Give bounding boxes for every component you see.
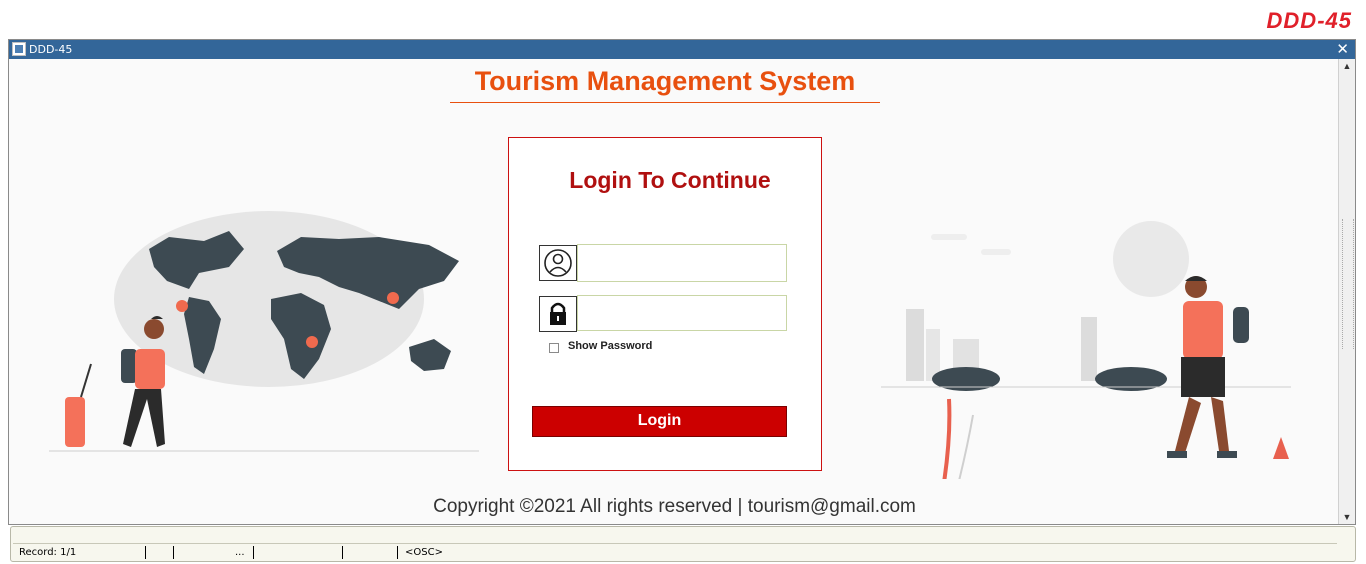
show-password-label: Show Password xyxy=(568,340,653,352)
status-bar: Record: 1/1 ... <OSC> xyxy=(10,526,1356,562)
osc-indicator: <OSC> xyxy=(405,547,443,558)
app-icon xyxy=(12,42,26,56)
show-password-checkbox[interactable] xyxy=(549,343,559,353)
copyright-text: Copyright ©2021 All rights reserved | to… xyxy=(433,496,916,517)
city-skyline-traveler-illustration xyxy=(881,221,1291,479)
scroll-up-icon[interactable]: ▲ xyxy=(1339,59,1355,73)
status-separator xyxy=(342,546,343,559)
window-title-bar: DDD-45 ✕ xyxy=(9,40,1355,59)
login-panel: Login To Continue Show Password Login xyxy=(508,137,822,471)
record-indicator: Record: 1/1 xyxy=(19,547,77,558)
status-bar-divider xyxy=(13,543,1337,544)
scroll-down-icon[interactable]: ▼ xyxy=(1339,510,1355,524)
corner-brand-label: DDD-45 xyxy=(1266,8,1352,33)
app-title: Tourism Management System xyxy=(474,66,856,96)
close-icon[interactable]: ✕ xyxy=(1336,40,1349,59)
app-window: DDD-45 ✕ Tourism Management System Login… xyxy=(8,39,1356,525)
password-input[interactable] xyxy=(577,295,787,331)
world-map-traveler-illustration xyxy=(49,211,479,452)
status-separator xyxy=(397,546,398,559)
status-ellipsis: ... xyxy=(235,547,245,558)
username-input[interactable] xyxy=(577,244,787,282)
title-underline xyxy=(450,102,880,103)
status-separator xyxy=(173,546,174,559)
scrollbar-grip[interactable] xyxy=(1342,219,1354,349)
status-separator xyxy=(253,546,254,559)
form-canvas: Tourism Management System Login To Conti… xyxy=(9,59,1338,524)
login-button[interactable]: Login xyxy=(532,406,787,437)
status-separator xyxy=(145,546,146,559)
user-avatar-icon xyxy=(539,245,577,281)
lock-icon xyxy=(539,296,577,332)
window-title: DDD-45 xyxy=(29,43,73,56)
vertical-scrollbar[interactable]: ▲ ▼ xyxy=(1338,59,1355,524)
login-heading: Login To Continue xyxy=(569,167,771,193)
